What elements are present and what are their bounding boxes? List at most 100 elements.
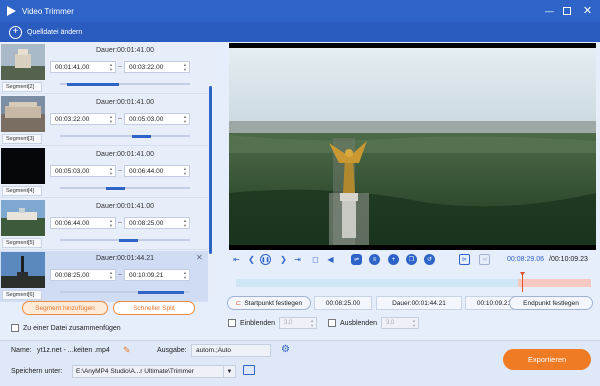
- copy-icon[interactable]: ❐: [406, 254, 417, 265]
- segment-end-spinner-icon[interactable]: ▲ ▼: [183, 270, 187, 280]
- segment-progress-track: [60, 290, 190, 294]
- open-folder-icon[interactable]: [243, 365, 255, 375]
- reset-icon[interactable]: ↺: [424, 254, 435, 265]
- close-icon[interactable]: ✕: [582, 5, 593, 17]
- segment-end-spinner-icon[interactable]: ▲ ▼: [183, 114, 187, 124]
- set-end-label: Endpunkt festlegen: [523, 299, 579, 307]
- export-button[interactable]: Exportieren: [503, 349, 591, 370]
- segment-start-spinner-icon[interactable]: ▲ ▼: [109, 270, 113, 280]
- next-frame-icon[interactable]: ❯: [278, 254, 289, 265]
- source-bar: + Quelldatei ändern: [0, 22, 600, 42]
- segment-end-input[interactable]: 00:05:03.00 ▲ ▼: [124, 113, 190, 125]
- segment-duration: Dauer:00:01:44.21: [96, 255, 154, 262]
- segment-start-spinner-icon[interactable]: ▲ ▼: [109, 62, 113, 72]
- cut-controls: ⊏ Startpunkt festlegen 00:08:25.00 Dauer…: [227, 296, 594, 310]
- merge-checkbox[interactable]: [11, 324, 19, 332]
- segment-end-spinner-icon[interactable]: ▲ ▼: [183, 166, 187, 176]
- maximize-icon[interactable]: [563, 7, 571, 15]
- segment-progress-fill: [131, 134, 151, 138]
- segment-end-input[interactable]: 00:10:09.21 ▲ ▼: [124, 269, 190, 281]
- segment-start-input[interactable]: 00:06:44.00 ▲ ▼: [50, 217, 116, 229]
- segment-row[interactable]: Segment[3] Dauer:00:01:41.00 00:03:22.00 ▲ ▼…: [0, 95, 208, 146]
- output-field: autom.;Auto: [191, 344, 271, 357]
- set-end-button[interactable]: Endpunkt festlegen: [509, 296, 593, 310]
- segment-thumbnail: [1, 252, 45, 288]
- segment-end-value: 00:08:25.00: [129, 219, 164, 227]
- segment-row[interactable]: Segment[6] Dauer:00:01:44.21 00:08:25.00 ▲ ▼…: [0, 251, 208, 302]
- segment-end-value: 00:03:22.00: [129, 63, 164, 71]
- fade-out-label: Ausblenden: [340, 319, 377, 327]
- cut-start-field[interactable]: 00:08:25.00: [314, 296, 372, 310]
- segment-start-input[interactable]: 00:08:25.00 ▲ ▼: [50, 269, 116, 281]
- segment-progress-fill: [118, 238, 138, 242]
- segment-duration: Dauer:00:01:41.00: [96, 151, 154, 158]
- file-name: yt1z.net - ...keiten .mp4: [37, 347, 110, 354]
- segment-end-input[interactable]: 00:08:25.00 ▲ ▼: [124, 217, 190, 229]
- segment-row[interactable]: Segment[4] Dauer:00:01:41.00 00:05:03.00 ▲ ▼…: [0, 147, 208, 198]
- total-time: /00:10:09.23: [549, 256, 588, 263]
- segment-scrollbar[interactable]: [209, 86, 212, 254]
- segment-row[interactable]: Segment[5] Dauer:00:01:41.00 00:06:44.00 ▲ ▼…: [0, 199, 208, 250]
- timeline-selection[interactable]: [518, 279, 591, 287]
- loop-icon[interactable]: ⇌: [351, 254, 362, 265]
- set-start-button[interactable]: ⊏ Startpunkt festlegen: [227, 296, 311, 310]
- fade-in-spinner-icon[interactable]: ▲ ▼: [310, 318, 314, 328]
- video-frame: [229, 43, 596, 250]
- segment-duration: Dauer:00:01:41.00: [96, 99, 154, 106]
- add-segment-button[interactable]: Segment hinzufügen: [22, 301, 108, 315]
- stop-icon[interactable]: ◻: [310, 254, 321, 265]
- minimize-icon[interactable]: —: [544, 5, 555, 16]
- volume-icon[interactable]: ◀: [325, 254, 336, 265]
- fade-out-spinner-icon[interactable]: ▲ ▼: [412, 318, 416, 328]
- range-separator: –: [118, 63, 122, 70]
- jump-start-icon[interactable]: ⊳: [459, 254, 470, 265]
- segment-thumbnail: [1, 96, 45, 132]
- edit-name-icon[interactable]: ✎: [123, 345, 131, 356]
- segment-row[interactable]: Segment[2] Dauer:00:01:41.00 00:01:41.00 ▲ ▼…: [0, 43, 208, 94]
- segment-progress-track: [60, 238, 190, 242]
- segment-list: Segment[2] Dauer:00:01:41.00 00:01:41.00 ▲ ▼…: [0, 42, 213, 302]
- segment-start-spinner-icon[interactable]: ▲ ▼: [109, 114, 113, 124]
- jump-end-icon[interactable]: ⊲: [479, 254, 490, 265]
- segment-progress-track: [60, 134, 190, 138]
- segment-start-value: 00:06:44.00: [55, 219, 90, 227]
- segment-end-input[interactable]: 00:06:44.00 ▲ ▼: [124, 165, 190, 177]
- fade-out-input[interactable]: 3,0 ▲ ▼: [380, 317, 419, 329]
- segment-progress-fill: [138, 290, 184, 294]
- segment-end-input[interactable]: 00:03:22.00 ▲ ▼: [124, 61, 190, 73]
- fast-split-button[interactable]: Schneller Split: [113, 301, 195, 315]
- fade-in-input[interactable]: 3,0 ▲ ▼: [279, 317, 318, 329]
- segment-end-spinner-icon[interactable]: ▲ ▼: [183, 62, 187, 72]
- fade-out-checkbox[interactable]: [328, 319, 336, 327]
- video-preview[interactable]: [229, 43, 596, 250]
- delete-segment-icon[interactable]: ✕: [196, 253, 203, 262]
- segment-start-input[interactable]: 00:05:03.00 ▲ ▼: [50, 165, 116, 177]
- range-separator: –: [118, 115, 122, 122]
- merge-option[interactable]: Zu einer Datei zusammenfügen: [11, 324, 121, 332]
- save-path-dropdown-icon[interactable]: ▼: [223, 365, 236, 378]
- range-separator: –: [118, 271, 122, 278]
- segment-start-value: 00:01:41.00: [55, 63, 90, 71]
- segment-start-spinner-icon[interactable]: ▲ ▼: [109, 218, 113, 228]
- name-label: Name:: [11, 347, 32, 354]
- skip-end-icon[interactable]: ⇥: [292, 254, 303, 265]
- change-source-button[interactable]: Quelldatei ändern: [27, 29, 82, 36]
- playhead-handle[interactable]: [520, 272, 525, 292]
- video-trimmer-window: { "window": {"title": "Video Trimmer"}, …: [0, 0, 600, 386]
- play-icon[interactable]: ❚❚: [260, 254, 271, 265]
- add-source-icon[interactable]: +: [9, 25, 22, 39]
- segment-end-value: 00:06:44.00: [129, 167, 164, 175]
- merge-label: Zu einer Datei zusammenfügen: [23, 324, 121, 332]
- segment-start-spinner-icon[interactable]: ▲ ▼: [109, 166, 113, 176]
- prev-frame-icon[interactable]: ❮: [246, 254, 257, 265]
- current-time: 00:08:29.06: [507, 256, 544, 263]
- output-settings-icon[interactable]: ⚙: [281, 344, 290, 355]
- segment-start-input[interactable]: 00:01:41.00 ▲ ▼: [50, 61, 116, 73]
- split-icon[interactable]: ≡: [369, 254, 380, 265]
- segment-end-spinner-icon[interactable]: ▲ ▼: [183, 218, 187, 228]
- segment-start-input[interactable]: 00:03:22.00 ▲ ▼: [50, 113, 116, 125]
- skip-start-icon[interactable]: ⇤: [231, 254, 242, 265]
- add-icon[interactable]: +: [388, 254, 399, 265]
- save-path-field[interactable]: E:\AnyMP4 Studio\A...r Ultimate\Trimmer: [72, 365, 224, 378]
- fade-in-checkbox[interactable]: [228, 319, 236, 327]
